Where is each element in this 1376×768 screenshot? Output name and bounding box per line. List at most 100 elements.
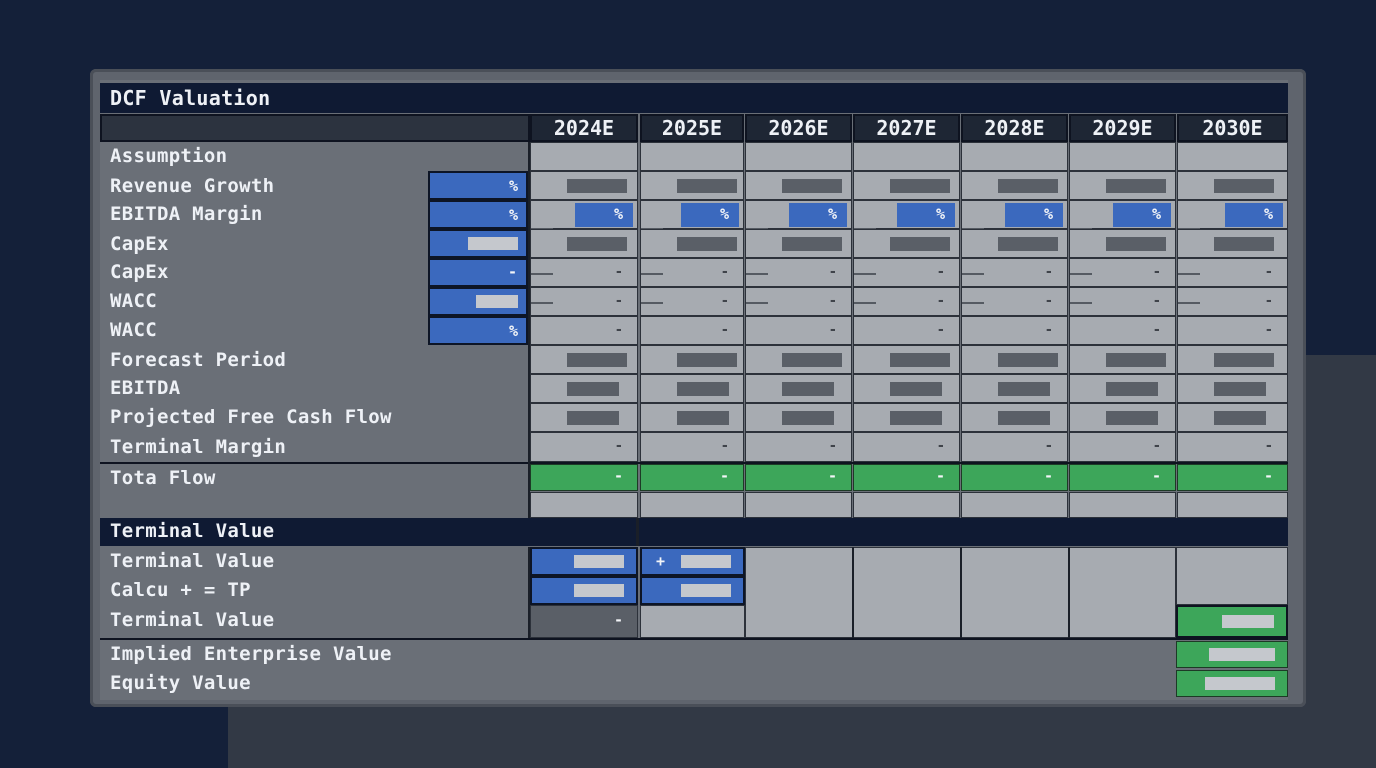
cell-ebitda-margin-2030e[interactable]: % xyxy=(1177,200,1288,230)
cell-capex-2027e[interactable] xyxy=(853,229,960,258)
terminal-value-input-2025[interactable]: + xyxy=(640,547,745,576)
cell-wacc-2-2028e[interactable]: - xyxy=(961,316,1068,345)
terminal-2030-cell[interactable] xyxy=(1176,547,1288,605)
cell-capex-2-2024e[interactable]: - xyxy=(530,258,638,287)
cell-assumption-2030e[interactable] xyxy=(1177,142,1288,171)
input-wacc[interactable] xyxy=(428,287,528,316)
cell-ebitda-margin-2028e[interactable]: % xyxy=(961,200,1068,230)
input-capex[interactable] xyxy=(428,229,528,258)
percent-input[interactable]: % xyxy=(1113,203,1171,227)
cell-ebitda-2027e[interactable] xyxy=(853,374,960,403)
cell-capex-2-2028e[interactable]: - xyxy=(961,258,1068,287)
percent-input[interactable]: % xyxy=(681,203,739,227)
total-flow-2029e[interactable]: - xyxy=(1069,464,1176,491)
cell-projected-fcf-2027e[interactable] xyxy=(853,403,960,432)
cell-revenue-growth-2026e[interactable] xyxy=(745,171,852,200)
blank-cell-2029e[interactable] xyxy=(1069,492,1176,518)
cell-wacc-2-2027e[interactable]: - xyxy=(853,316,960,345)
cell-assumption-2024e[interactable] xyxy=(530,142,638,171)
cell-wacc-2-2030e[interactable]: - xyxy=(1177,316,1288,345)
cell-capex-2-2025e[interactable]: - xyxy=(640,258,744,287)
terminal-result-2025[interactable] xyxy=(640,605,745,638)
cell-wacc-2026e[interactable]: - xyxy=(745,287,852,316)
blank-cell-2024e[interactable] xyxy=(530,492,638,518)
cell-revenue-growth-2030e[interactable] xyxy=(1177,171,1288,200)
percent-input[interactable]: % xyxy=(789,203,847,227)
cell-ebitda-margin-2025e[interactable]: % xyxy=(640,200,744,230)
cell-wacc-2029e[interactable]: - xyxy=(1069,287,1176,316)
percent-input[interactable]: % xyxy=(1005,203,1063,227)
terminal-value-input-2024[interactable] xyxy=(530,547,638,576)
terminal-value-output[interactable] xyxy=(1176,605,1288,638)
cell-capex-2025e[interactable] xyxy=(640,229,744,258)
cell-ebitda-2029e[interactable] xyxy=(1069,374,1176,403)
cell-terminal-margin-2025e[interactable]: - xyxy=(640,432,744,462)
cell-capex-2030e[interactable] xyxy=(1177,229,1288,258)
cell-ebitda-2026e[interactable] xyxy=(745,374,852,403)
cell-capex-2026e[interactable] xyxy=(745,229,852,258)
cell-capex-2-2027e[interactable]: - xyxy=(853,258,960,287)
cell-revenue-growth-2027e[interactable] xyxy=(853,171,960,200)
cell-ebitda-margin-2026e[interactable]: % xyxy=(745,200,852,230)
input-wacc-2[interactable]: % xyxy=(428,316,528,345)
cell-forecast-period-2028e[interactable] xyxy=(961,345,1068,374)
total-flow-2028e[interactable]: - xyxy=(961,464,1068,491)
cell-revenue-growth-2029e[interactable] xyxy=(1069,171,1176,200)
cell-capex-2-2029e[interactable]: - xyxy=(1069,258,1176,287)
percent-input[interactable]: % xyxy=(575,203,633,227)
cell-capex-2028e[interactable] xyxy=(961,229,1068,258)
cell-ebitda-2028e[interactable] xyxy=(961,374,1068,403)
cell-assumption-2027e[interactable] xyxy=(853,142,960,171)
cell-terminal-margin-2026e[interactable]: - xyxy=(745,432,852,462)
cell-terminal-margin-2024e[interactable]: - xyxy=(530,432,638,462)
cell-ebitda-2030e[interactable] xyxy=(1177,374,1288,403)
cell-forecast-period-2024e[interactable] xyxy=(530,345,638,374)
cell-projected-fcf-2029e[interactable] xyxy=(1069,403,1176,432)
calculation-input-2025[interactable] xyxy=(640,576,745,605)
cell-assumption-2026e[interactable] xyxy=(745,142,852,171)
implied-enterprise-value-output[interactable] xyxy=(1176,641,1288,668)
cell-ebitda-margin-2027e[interactable]: % xyxy=(853,200,960,230)
total-flow-2024e[interactable]: - xyxy=(530,464,638,491)
cell-forecast-period-2026e[interactable] xyxy=(745,345,852,374)
cell-wacc-2025e[interactable]: - xyxy=(640,287,744,316)
input-revenue-growth[interactable]: % xyxy=(428,171,528,200)
cell-assumption-2029e[interactable] xyxy=(1069,142,1176,171)
cell-projected-fcf-2024e[interactable] xyxy=(530,403,638,432)
percent-input[interactable]: % xyxy=(897,203,955,227)
cell-terminal-margin-2027e[interactable]: - xyxy=(853,432,960,462)
cell-wacc-2028e[interactable]: - xyxy=(961,287,1068,316)
cell-capex-2-2026e[interactable]: - xyxy=(745,258,852,287)
cell-assumption-2025e[interactable] xyxy=(640,142,744,171)
cell-capex-2029e[interactable] xyxy=(1069,229,1176,258)
total-flow-2027e[interactable]: - xyxy=(853,464,960,491)
calculation-input-2024[interactable] xyxy=(530,576,638,605)
cell-ebitda-2025e[interactable] xyxy=(640,374,744,403)
blank-cell-2025e[interactable] xyxy=(640,492,744,518)
cell-capex-2024e[interactable] xyxy=(530,229,638,258)
cell-revenue-growth-2025e[interactable] xyxy=(640,171,744,200)
cell-capex-2-2030e[interactable]: - xyxy=(1177,258,1288,287)
total-flow-2030e[interactable]: - xyxy=(1177,464,1288,491)
equity-value-output[interactable] xyxy=(1176,670,1288,697)
cell-terminal-margin-2029e[interactable]: - xyxy=(1069,432,1176,462)
cell-wacc-2027e[interactable]: - xyxy=(853,287,960,316)
blank-cell-2030e[interactable] xyxy=(1177,492,1288,518)
cell-projected-fcf-2030e[interactable] xyxy=(1177,403,1288,432)
cell-ebitda-2024e[interactable] xyxy=(530,374,638,403)
cell-assumption-2028e[interactable] xyxy=(961,142,1068,171)
cell-revenue-growth-2024e[interactable] xyxy=(530,171,638,200)
cell-projected-fcf-2028e[interactable] xyxy=(961,403,1068,432)
cell-projected-fcf-2025e[interactable] xyxy=(640,403,744,432)
cell-revenue-growth-2028e[interactable] xyxy=(961,171,1068,200)
blank-cell-2028e[interactable] xyxy=(961,492,1068,518)
cell-forecast-period-2025e[interactable] xyxy=(640,345,744,374)
cell-terminal-margin-2028e[interactable]: - xyxy=(961,432,1068,462)
cell-wacc-2024e[interactable]: - xyxy=(530,287,638,316)
total-flow-2026e[interactable]: - xyxy=(745,464,852,491)
cell-forecast-period-2029e[interactable] xyxy=(1069,345,1176,374)
input-capex-2[interactable]: - xyxy=(428,258,528,287)
cell-forecast-period-2030e[interactable] xyxy=(1177,345,1288,374)
cell-ebitda-margin-2024e[interactable]: % xyxy=(530,200,638,230)
cell-wacc-2-2025e[interactable]: - xyxy=(640,316,744,345)
